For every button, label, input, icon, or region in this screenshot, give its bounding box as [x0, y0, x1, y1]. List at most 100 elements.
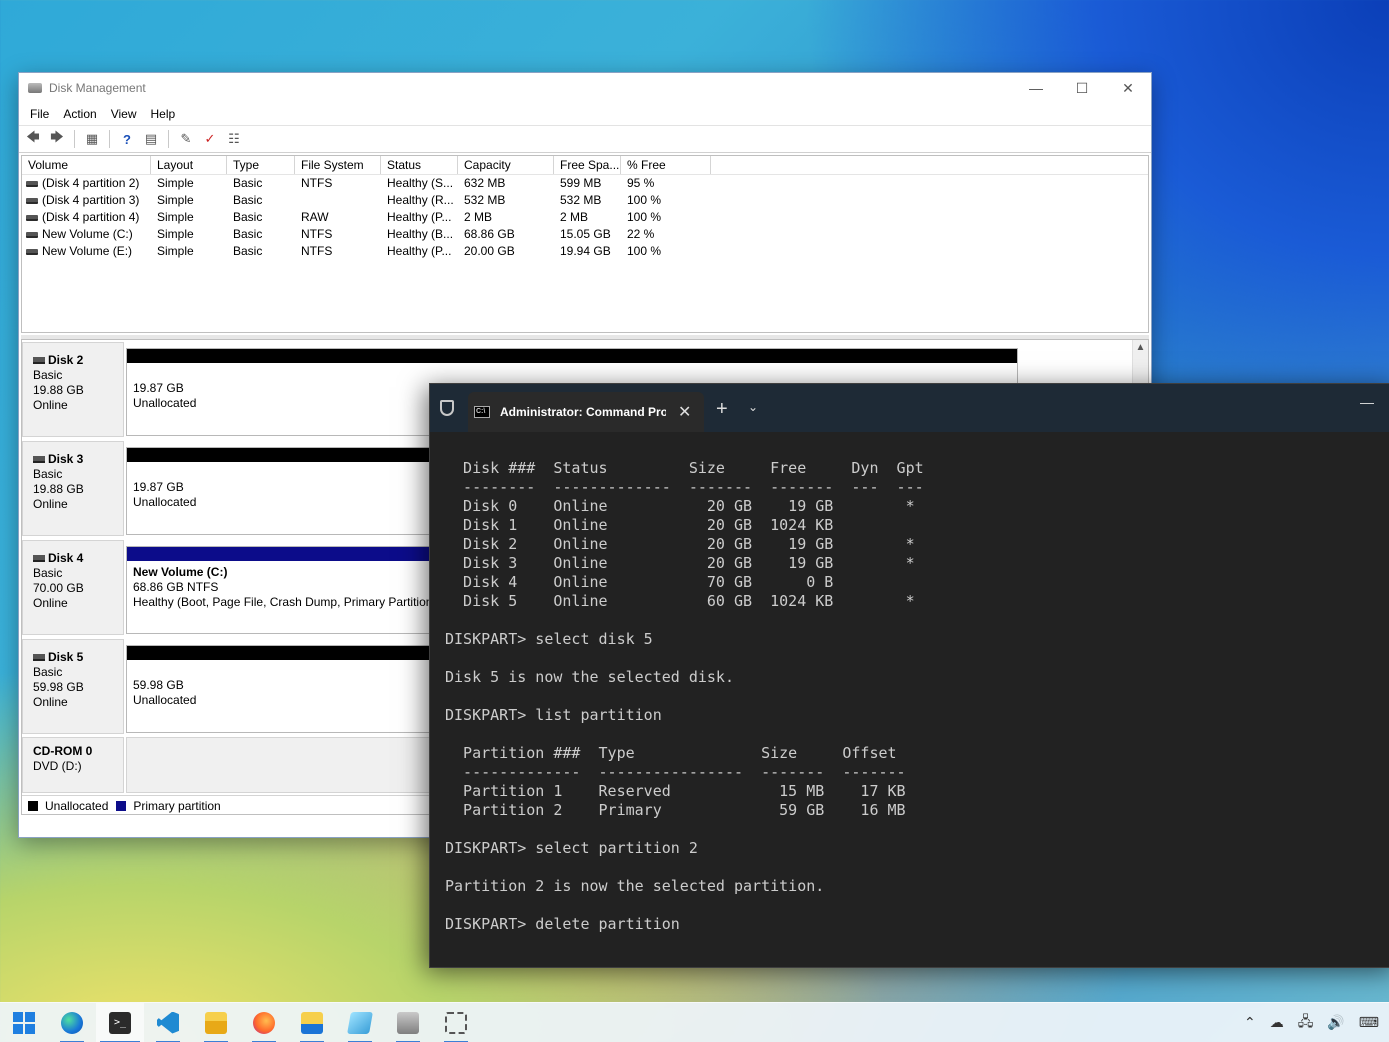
terminal-icon: >_	[109, 1011, 131, 1034]
menu-help[interactable]: Help	[144, 107, 183, 121]
onedrive-folder-icon	[301, 1011, 323, 1034]
menu-action[interactable]: Action	[56, 107, 103, 121]
col-volume[interactable]: Volume	[22, 156, 151, 174]
disk-label[interactable]: Disk 5 Basic 59.98 GB Online	[22, 639, 124, 734]
volume-row[interactable]: (Disk 4 partition 2) Simple Basic NTFS Healt…	[22, 175, 1148, 192]
volume-cell-status: Healthy (S...	[387, 176, 454, 190]
volume-row[interactable]: New Volume (C:) Simple Basic NTFS Healthy (B…	[22, 226, 1148, 243]
volume-cell-status: Healthy (B...	[387, 227, 454, 241]
firefox-icon	[253, 1011, 275, 1034]
start-button[interactable]	[0, 1003, 48, 1042]
drive-icon	[26, 197, 38, 204]
chevron-down-icon[interactable]: ⌄	[748, 400, 758, 414]
taskbar-file-explorer[interactable]	[192, 1003, 240, 1042]
system-tray: ⌃ ☁ 🖧 🔊 ⌨	[1244, 1011, 1389, 1035]
cdrom-label[interactable]: CD-ROM 0 DVD (D:)	[22, 737, 124, 793]
disk-label[interactable]: Disk 4 Basic 70.00 GB Online	[22, 540, 124, 635]
taskbar-snipping-tool[interactable]	[432, 1003, 480, 1042]
terminal-output[interactable]: Disk ### Status Size Free Dyn Gpt ------…	[430, 432, 1389, 934]
volume-cell-free: 532 MB	[560, 193, 602, 207]
col-capacity[interactable]: Capacity	[458, 156, 554, 174]
minimize-button[interactable]: —	[1013, 73, 1059, 103]
terminal-tab-bar: C:\ Administrator: Command Prompt ✕ + ⌄ …	[430, 384, 1389, 432]
legend-primary-swatch	[116, 800, 127, 811]
disk-size: 70.00 GB	[33, 581, 84, 595]
show-hide-tree-icon[interactable]: ▦	[82, 130, 102, 148]
taskbar-notepad[interactable]	[336, 1003, 384, 1042]
taskbar-package[interactable]	[384, 1003, 432, 1042]
disk-label[interactable]: Disk 3 Basic 19.88 GB Online	[22, 441, 124, 536]
volume-cell-volume: New Volume (E:)	[22, 243, 151, 260]
disk-label[interactable]: Disk 2 Basic 19.88 GB Online	[22, 342, 124, 437]
check-icon[interactable]: ✓	[200, 130, 220, 148]
toolbar-separator	[109, 130, 110, 148]
volume-cell-volume: (Disk 4 partition 4)	[22, 209, 151, 226]
volume-cell-type: Basic	[233, 176, 263, 190]
volume-cell-capacity: 20.00 GB	[464, 244, 515, 258]
menu-view[interactable]: View	[104, 107, 144, 121]
volume-name: New Volume (C:)	[42, 227, 133, 241]
toolbar-separator	[168, 130, 169, 148]
taskbar-firefox[interactable]	[240, 1003, 288, 1042]
volume-icon[interactable]: 🔊	[1327, 1014, 1344, 1031]
package-icon	[397, 1011, 419, 1034]
tab-close-icon[interactable]: ✕	[678, 402, 691, 422]
new-tab-icon[interactable]: +	[716, 398, 728, 421]
volume-cell-fs: NTFS	[301, 227, 333, 241]
col-type[interactable]: Type	[227, 156, 295, 174]
network-icon[interactable]: 🖧	[1298, 1011, 1314, 1035]
properties-icon[interactable]: ▤	[141, 130, 161, 148]
menu-file[interactable]: File	[23, 107, 56, 121]
disk-state: Online	[33, 497, 68, 511]
col-status[interactable]: Status	[381, 156, 458, 174]
disk-state: Online	[33, 596, 68, 610]
notepad-icon	[347, 1011, 373, 1034]
drive-icon	[26, 180, 38, 187]
back-arrow-icon[interactable]: 🡄	[23, 129, 43, 148]
volume-name: (Disk 4 partition 3)	[42, 193, 140, 207]
disk-size: 59.98 GB	[33, 680, 84, 694]
help-icon[interactable]: ?	[117, 130, 137, 148]
close-button[interactable]: ✕	[1105, 73, 1151, 103]
maximize-button[interactable]: ☐	[1059, 73, 1105, 103]
volume-cell-fs: NTFS	[301, 176, 333, 190]
settings-list-icon[interactable]: ☷	[224, 130, 244, 148]
cmd-icon: C:\	[474, 406, 490, 418]
disk-name: Disk 5	[33, 650, 123, 665]
volume-row[interactable]: (Disk 4 partition 4) Simple Basic RAW Health…	[22, 209, 1148, 226]
vscode-icon	[157, 1011, 179, 1034]
forward-arrow-icon[interactable]: 🡆	[47, 129, 67, 148]
volume-cell-layout: Simple	[157, 210, 194, 224]
col-layout[interactable]: Layout	[151, 156, 227, 174]
volume-row[interactable]: New Volume (E:) Simple Basic NTFS Healthy (P…	[22, 243, 1148, 260]
volume-cell-layout: Simple	[157, 176, 194, 190]
volume-row[interactable]: (Disk 4 partition 3) Simple Basic Healthy (…	[22, 192, 1148, 209]
title-bar[interactable]: Disk Management — ☐ ✕	[19, 73, 1151, 103]
chevron-up-icon[interactable]: ⌃	[1244, 1014, 1256, 1031]
col-free-space[interactable]: Free Spa...	[554, 156, 621, 174]
disk-kind: Basic	[33, 566, 63, 580]
toolbar-separator	[74, 130, 75, 148]
partition-bar	[127, 349, 1017, 363]
taskbar-edge[interactable]	[48, 1003, 96, 1042]
connect-icon[interactable]: ✎	[176, 130, 196, 148]
terminal-tab[interactable]: C:\ Administrator: Command Prompt ✕	[468, 392, 704, 432]
volume-name: (Disk 4 partition 4)	[42, 210, 140, 224]
legend-unallocated: Unallocated	[45, 798, 109, 813]
taskbar-terminal[interactable]: >_	[96, 1002, 144, 1042]
col-file-system[interactable]: File System	[295, 156, 381, 174]
col-percent-free[interactable]: % Free	[621, 156, 711, 174]
drive-icon	[26, 248, 38, 255]
disk-state: Online	[33, 695, 68, 709]
legend-unallocated-swatch	[28, 800, 38, 811]
terminal-minimize-button[interactable]: —	[1360, 394, 1374, 410]
volume-cell-pct: 100 %	[627, 244, 662, 258]
taskbar-vscode[interactable]	[144, 1003, 192, 1042]
terminal-window: C:\ Administrator: Command Prompt ✕ + ⌄ …	[429, 383, 1389, 968]
onedrive-cloud-icon[interactable]: ☁	[1270, 1014, 1284, 1031]
keyboard-icon[interactable]: ⌨	[1359, 1014, 1379, 1031]
disk-kind: Basic	[33, 368, 63, 382]
taskbar-onedrive-folder[interactable]	[288, 1003, 336, 1042]
volume-cell-free: 19.94 GB	[560, 244, 611, 258]
volume-cell-pct: 95 %	[627, 176, 655, 190]
